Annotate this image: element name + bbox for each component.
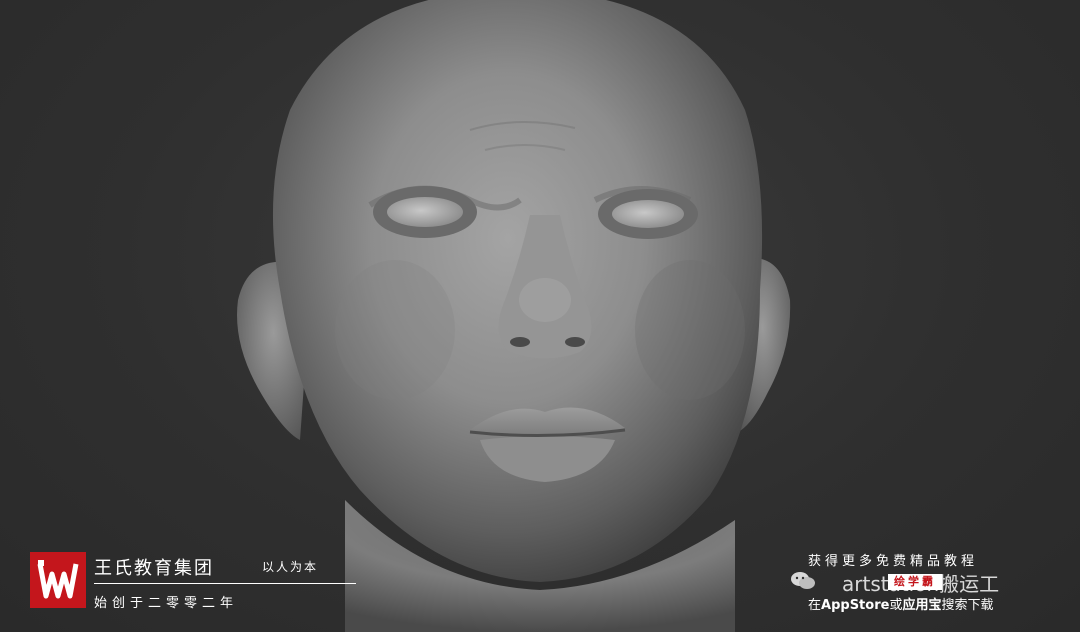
promo-suffix: 搜索下载 [941, 598, 994, 613]
promo-or: 或 [889, 598, 903, 613]
brand-motto: 以人为本 [262, 560, 319, 574]
brand-block: 王氏教育集团 以人为本 始创于二零零二年 [30, 552, 356, 614]
promo-prefix: 在 [808, 598, 822, 613]
left-nostril [510, 337, 530, 347]
promo-block: 获得更多免费精品教程 artstation搬运工 绘学霸 在AppStore或应… [790, 548, 1060, 618]
brand-founded: 始创于二零零二年 [94, 596, 239, 611]
brand-logo-icon [30, 552, 86, 608]
wechat-icon [790, 570, 816, 592]
promo-appstore: AppStore [821, 598, 890, 613]
right-nostril [565, 337, 585, 347]
promo-yingyongbao: 应用宝 [902, 598, 942, 613]
left-eyeball [387, 197, 463, 227]
promo-headline: 获得更多免费精品教程 [808, 554, 979, 569]
brand-divider [94, 583, 356, 584]
promo-download-line: 在AppStore或应用宝搜索下载 [808, 594, 993, 613]
brand-name: 王氏教育集团 [94, 558, 214, 579]
app-badge: 绘学霸 [888, 574, 942, 590]
artwork-canvas: 王氏教育集团 以人为本 始创于二零零二年 获得更多免费精品教程 artstati… [0, 0, 1080, 632]
head-sculpt-render [237, 0, 791, 632]
right-eyeball [612, 200, 684, 228]
